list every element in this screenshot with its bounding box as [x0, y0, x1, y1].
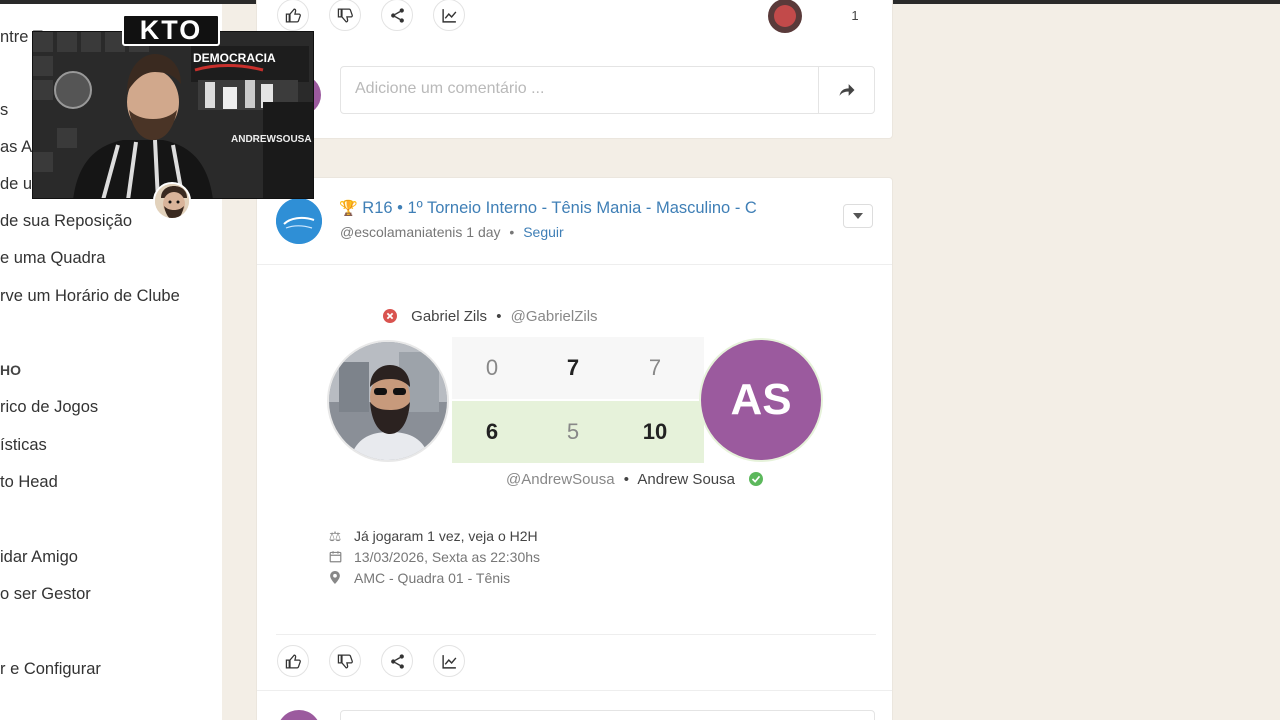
sidebar-item-head-to-head[interactable]: to Head — [0, 473, 58, 492]
comment-box[interactable] — [340, 710, 875, 720]
share-button[interactable] — [381, 645, 413, 677]
share-icon — [390, 7, 404, 23]
like-button[interactable] — [277, 0, 309, 31]
webcam-feed: ANDREWSOUSA DEMOCRACIA — [33, 32, 313, 198]
post-meta: @escolamaniatenis 1 day • Seguir — [340, 224, 564, 240]
streamer-mini-avatar — [153, 182, 191, 220]
player1-set1: 0 — [485, 355, 499, 380]
dislike-button[interactable] — [329, 0, 361, 31]
player1-avatar[interactable] — [327, 340, 449, 462]
player1-set3: 7 — [648, 355, 662, 380]
sidebar-item-s[interactable]: s — [0, 101, 8, 120]
sidebar-section-heading: HO — [0, 362, 21, 378]
sidebar-item-aulas[interactable]: as A — [0, 138, 32, 157]
webcam-overlay: ANDREWSOUSA DEMOCRACIA — [32, 31, 314, 199]
caret-down-icon — [853, 213, 863, 219]
player2-name[interactable]: Andrew Sousa — [637, 471, 735, 488]
follow-link[interactable]: Seguir — [523, 224, 563, 240]
player2-set1: 6 — [485, 419, 499, 444]
player1-score-row: 0 7 7 — [452, 337, 704, 399]
player2-score-row: 6 5 10 — [452, 401, 704, 463]
map-marker-icon — [326, 570, 344, 586]
footer-divider — [276, 634, 876, 635]
liker-avatar[interactable] — [768, 0, 802, 33]
reply-arrow-icon — [839, 84, 854, 96]
player2-set2: 5 — [566, 419, 580, 444]
player1-line: Gabriel Zils • @GabrielZils — [383, 308, 598, 325]
thumbs-down-icon — [337, 653, 353, 669]
share-icon — [390, 653, 404, 669]
sidebar-item-ser-gestor[interactable]: o ser Gestor — [0, 585, 91, 604]
meta-separator: • — [509, 224, 515, 240]
player1-sep: • — [496, 308, 502, 325]
club-avatar[interactable] — [276, 198, 322, 244]
loss-x-icon — [383, 309, 397, 323]
h2h-text: Já jogaram 1 vez, veja o H2H — [354, 528, 538, 544]
h2h-line[interactable]: ⚖ Já jogaram 1 vez, veja o H2H — [326, 528, 538, 545]
like-count: 1 — [839, 0, 871, 31]
sidebar-item-quadra[interactable]: e uma Quadra — [0, 249, 105, 268]
player1-photo — [329, 342, 447, 460]
trophy-icon: 🏆 — [339, 200, 358, 217]
comment-box — [340, 66, 875, 114]
brand-logo: KTO — [122, 14, 220, 46]
thumbs-up-icon — [285, 7, 301, 23]
line-chart-icon — [441, 8, 456, 23]
previous-post-card: 1 — [256, 0, 893, 139]
thumbs-down-icon — [337, 7, 353, 23]
sidebar-item-de-u[interactable]: de u — [0, 175, 32, 194]
datetime-text: 13/03/2026, Sexta as 22:30hs — [354, 549, 541, 565]
sidebar-item-convidar-amigo[interactable]: idar Amigo — [0, 548, 78, 567]
post-options-dropdown[interactable] — [843, 204, 873, 228]
shirt-text: ANDREWSOUSA — [231, 134, 312, 145]
club-logo-icon — [276, 198, 322, 244]
header-divider — [257, 264, 892, 265]
scale-icon: ⚖ — [328, 528, 342, 544]
dislike-button[interactable] — [329, 645, 361, 677]
player2-handle[interactable]: @AndrewSousa — [506, 471, 615, 488]
calendar-icon — [326, 549, 344, 565]
sidebar-item-configurar[interactable]: r e Configurar — [0, 660, 101, 679]
share-button[interactable] — [381, 0, 413, 31]
location-line: AMC - Quadra 01 - Tênis — [326, 570, 510, 586]
line-chart-icon — [441, 654, 456, 669]
thumbs-up-icon — [285, 653, 301, 669]
player2-set3: 10 — [642, 419, 668, 444]
player1-handle[interactable]: @GabrielZils — [511, 308, 598, 325]
post-title: R16 • 1º Torneio Interno - Tênis Mania -… — [362, 199, 757, 217]
comment-divider — [257, 690, 892, 691]
author-handle[interactable]: @escolamaniatenis — [340, 224, 462, 240]
commenter-avatar — [277, 710, 321, 720]
datetime-line: 13/03/2026, Sexta as 22:30hs — [326, 549, 540, 565]
like-button[interactable] — [277, 645, 309, 677]
location-text: AMC - Quadra 01 - Tênis — [354, 570, 511, 586]
player1-name[interactable]: Gabriel Zils — [411, 308, 487, 325]
stats-button[interactable] — [433, 645, 465, 677]
send-comment-button[interactable] — [818, 67, 874, 113]
post-title-link[interactable]: 🏆 R16 • 1º Torneio Interno - Tênis Mania… — [339, 199, 757, 218]
player2-sep: • — [623, 471, 630, 488]
win-check-icon — [749, 472, 764, 486]
player2-line: @AndrewSousa • Andrew Sousa — [506, 471, 764, 488]
player2-avatar[interactable]: AS — [699, 338, 823, 462]
sidebar-item-reposicao[interactable]: de sua Reposição — [0, 212, 132, 231]
sidebar-item-horario-clube[interactable]: rve um Horário de Clube — [0, 287, 180, 306]
sidebar-item-estatisticas[interactable]: ísticas — [0, 436, 47, 455]
post-time: 1 day — [466, 224, 501, 240]
banner-text: DEMOCRACIA — [193, 51, 276, 65]
sidebar-item-historico[interactable]: rico de Jogos — [0, 398, 98, 417]
stats-button[interactable] — [433, 0, 465, 31]
player1-set2: 7 — [566, 355, 580, 380]
comment-input[interactable] — [355, 80, 795, 98]
